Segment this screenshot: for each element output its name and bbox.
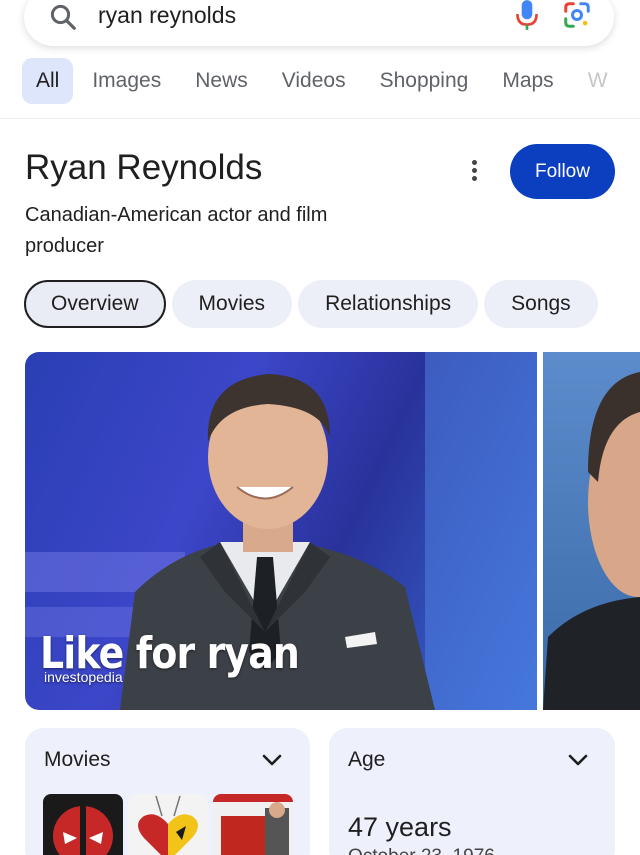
tab-all[interactable]: All [22, 58, 74, 104]
chevron-down-icon[interactable] [261, 752, 283, 768]
google-lens-icon[interactable] [562, 0, 592, 30]
tab-videos[interactable]: Videos [267, 58, 361, 104]
chip-relationships[interactable]: Relationships [298, 280, 479, 328]
deadpool-mask-icon [53, 806, 113, 855]
panel-chips: Overview Movies Relationships Songs [24, 280, 640, 330]
age-value: 47 years [348, 812, 452, 842]
follow-button[interactable]: Follow [510, 144, 615, 199]
age-card-title: Age [348, 748, 386, 771]
image-source[interactable]: investopedia [44, 669, 123, 685]
age-card[interactable]: Age 47 years October 23, 1976 [329, 728, 615, 855]
search-icon[interactable] [48, 2, 78, 32]
person-photo-2 [543, 372, 640, 710]
microphone-icon[interactable] [514, 0, 540, 32]
heart-pendant-icon [138, 795, 198, 855]
search-header: ryan reynolds [0, 0, 640, 58]
tab-shopping[interactable]: Shopping [365, 58, 484, 104]
search-tabs: All Images News Videos Shopping Maps W [22, 58, 640, 106]
divider [0, 118, 640, 119]
movie-thumbnail-1[interactable] [43, 794, 123, 855]
panel-title: Ryan Reynolds [25, 148, 263, 187]
search-bar[interactable]: ryan reynolds [24, 0, 614, 46]
second-image[interactable] [543, 352, 640, 710]
more-vert-icon[interactable] [466, 160, 482, 184]
tab-more-truncated[interactable]: W [573, 58, 623, 104]
movie-thumbnail-2[interactable] [128, 794, 208, 855]
chip-movies[interactable]: Movies [171, 280, 293, 328]
panel-subtitle: Canadian-American actor and film produce… [25, 204, 328, 257]
chip-songs[interactable]: Songs [484, 280, 598, 328]
tab-news[interactable]: News [180, 58, 263, 104]
movies-card-title: Movies [44, 748, 111, 771]
chip-overview[interactable]: Overview [24, 280, 166, 328]
tab-images[interactable]: Images [77, 58, 176, 104]
birth-date: October 23, 1976 [348, 846, 495, 855]
tab-maps[interactable]: Maps [487, 58, 568, 104]
chevron-down-icon[interactable] [567, 752, 589, 768]
movie-poster-icon [213, 794, 293, 855]
search-input[interactable]: ryan reynolds [98, 2, 236, 29]
movie-thumbnail-3[interactable] [213, 794, 293, 855]
